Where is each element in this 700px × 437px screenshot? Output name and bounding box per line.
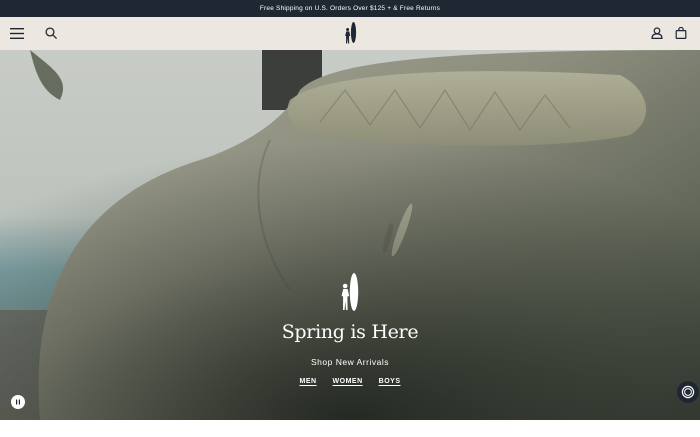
cart-button[interactable] bbox=[674, 26, 688, 40]
pause-video-button[interactable] bbox=[11, 395, 25, 409]
account-icon bbox=[651, 27, 663, 39]
search-icon bbox=[45, 27, 57, 39]
site-header bbox=[0, 17, 700, 50]
page-bottom-strip bbox=[0, 420, 700, 437]
search-button[interactable] bbox=[44, 26, 58, 40]
men-link[interactable]: MEN bbox=[299, 378, 316, 385]
account-button[interactable] bbox=[650, 26, 664, 40]
boys-link[interactable]: BOYS bbox=[379, 378, 401, 385]
category-links: MEN WOMEN BOYS bbox=[0, 378, 700, 385]
hero-banner: Spring is Here Shop New Arrivals MEN WOM… bbox=[0, 50, 700, 420]
chat-button[interactable] bbox=[677, 381, 699, 403]
hero-title: Spring is Here bbox=[281, 321, 419, 343]
surfer-logo bbox=[345, 22, 357, 44]
shopping-bag-icon bbox=[675, 27, 687, 39]
hero-content: Spring is Here Shop New Arrivals MEN WOM… bbox=[0, 50, 700, 420]
surfer-logo bbox=[341, 273, 359, 311]
hamburger-menu-icon bbox=[10, 28, 24, 39]
menu-button[interactable] bbox=[10, 27, 24, 40]
logo-link[interactable] bbox=[344, 22, 358, 45]
announcement-text: Free Shipping on U.S. Orders Over $125 +… bbox=[259, 5, 441, 12]
women-link[interactable]: WOMEN bbox=[333, 378, 363, 385]
announcement-bar: Free Shipping on U.S. Orders Over $125 +… bbox=[0, 0, 700, 17]
pause-icon bbox=[16, 399, 20, 405]
chat-icon bbox=[681, 385, 695, 399]
shop-new-arrivals-link[interactable]: Shop New Arrivals bbox=[0, 357, 700, 367]
